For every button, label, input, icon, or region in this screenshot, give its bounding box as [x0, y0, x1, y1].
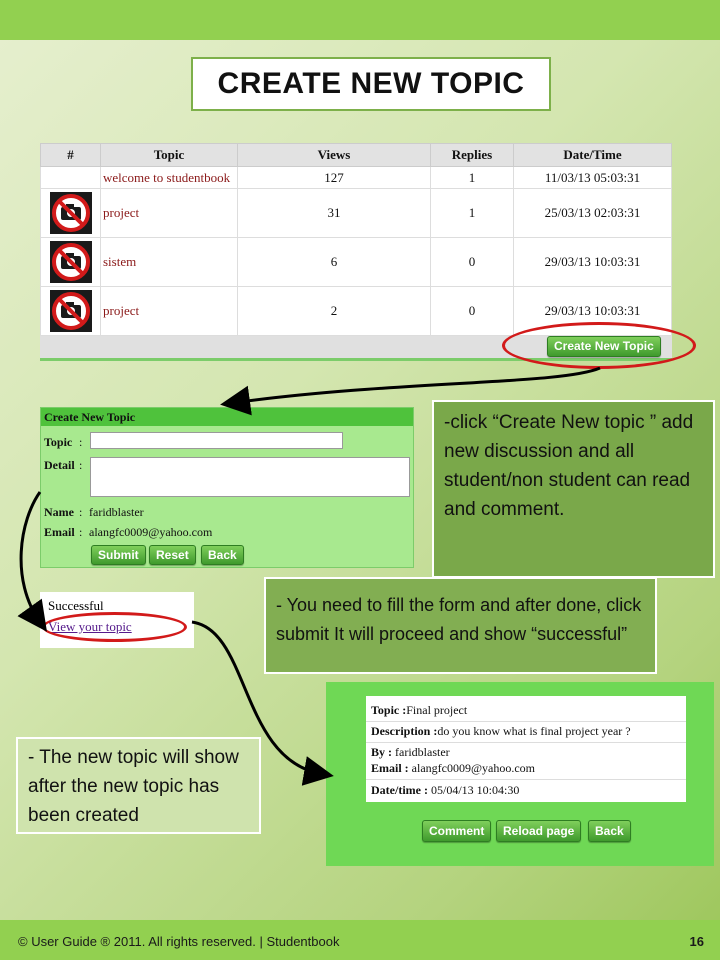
arrow-to-success: [17, 491, 47, 632]
arrow-to-form: [220, 366, 601, 416]
colon: :: [79, 505, 83, 519]
topics-table: # Topic Views Replies Date/Time welcome …: [40, 143, 672, 336]
row-icon-cell: [40, 166, 101, 189]
datetime-line: Date/time : 05/04/13 10:04:30: [371, 783, 519, 798]
comment-button[interactable]: Comment: [422, 820, 492, 842]
topic-result-panel: Topic :Final project Description :do you…: [326, 682, 714, 866]
email-label: Email: [44, 525, 75, 539]
result-datetime-value: 05/04/13 10:04:30: [427, 783, 520, 797]
no-camera-icon: [49, 290, 92, 332]
col-header-views: Views: [237, 143, 431, 167]
name-label: Name: [44, 505, 74, 519]
submit-button[interactable]: Submit: [91, 545, 146, 565]
back-button[interactable]: Back: [588, 820, 631, 842]
detail-textarea[interactable]: [90, 457, 410, 497]
result-datetime-label: Date/time :: [371, 783, 428, 797]
highlight-circle: [42, 612, 187, 642]
instruction-note-result: - The new topic will show after the new …: [16, 737, 261, 834]
top-bar: [0, 0, 720, 40]
reload-page-button[interactable]: Reload page: [496, 820, 582, 842]
views-cell: 31: [237, 188, 431, 238]
col-header-number: #: [40, 143, 101, 167]
reset-button[interactable]: Reset: [149, 545, 196, 565]
row-icon-cell: [40, 237, 101, 287]
topic-label: Topic: [44, 435, 73, 449]
replies-cell: 0: [430, 286, 514, 336]
divider: [366, 742, 686, 743]
topic-link[interactable]: project: [100, 188, 238, 238]
highlight-circle: [502, 322, 696, 369]
topic-link[interactable]: project: [100, 286, 238, 336]
replies-cell: 0: [430, 237, 514, 287]
datetime-cell: 25/03/13 02:03:31: [513, 188, 672, 238]
email-value: alangfc0009@yahoo.com: [89, 525, 213, 539]
col-header-replies: Replies: [430, 143, 514, 167]
colon: :: [79, 525, 83, 539]
result-desc-label: Description :: [371, 724, 438, 738]
page-title-box: CREATE NEW TOPIC: [191, 57, 551, 111]
name-value: faridblaster: [89, 505, 144, 519]
divider: [366, 779, 686, 780]
datetime-cell: 29/03/13 10:03:31: [513, 237, 672, 287]
result-by-label: By :: [371, 745, 392, 759]
topic-link[interactable]: welcome to studentbook: [100, 166, 238, 189]
views-cell: 2: [237, 286, 431, 336]
colon: :: [79, 458, 83, 472]
email-line: Email : alangfc0009@yahoo.com: [371, 761, 535, 776]
divider: [366, 721, 686, 722]
result-topic-value: Final project: [406, 703, 468, 717]
topic-detail-box: Topic :Final project Description :do you…: [366, 696, 686, 802]
replies-cell: 1: [430, 188, 514, 238]
detail-label: Detail: [44, 458, 75, 472]
form-header: Create New Topic: [41, 408, 413, 426]
back-button[interactable]: Back: [201, 545, 244, 565]
datetime-cell: 11/03/13 05:03:31: [513, 166, 672, 189]
topic-line: Topic :Final project: [371, 703, 467, 718]
replies-cell: 1: [430, 166, 514, 189]
col-header-datetime: Date/Time: [513, 143, 672, 167]
topic-input[interactable]: [90, 432, 343, 449]
page-number: 16: [689, 934, 704, 949]
colon: :: [79, 435, 83, 449]
no-camera-icon: [49, 192, 92, 234]
result-desc-value: do you know what is final project year ?: [437, 724, 631, 738]
col-header-topic: Topic: [100, 143, 238, 167]
row-icon-cell: [40, 286, 101, 336]
result-topic-label: Topic :: [371, 703, 407, 717]
by-line: By : faridblaster: [371, 745, 450, 760]
no-camera-icon: [49, 241, 92, 283]
row-icon-cell: [40, 188, 101, 238]
result-email-label: Email :: [371, 761, 409, 775]
table-row: welcome to studentbook 127 1 11/03/13 05…: [40, 166, 672, 189]
views-cell: 6: [237, 237, 431, 287]
instruction-note-submit: - You need to fill the form and after do…: [264, 577, 657, 674]
footer-copyright: © User Guide ® 2011. All rights reserved…: [18, 934, 340, 949]
page-title: CREATE NEW TOPIC: [217, 67, 525, 100]
table-row: sistem 6 0 29/03/13 10:03:31: [40, 237, 672, 287]
views-cell: 127: [237, 166, 431, 189]
description-line: Description :do you know what is final p…: [371, 724, 631, 739]
topic-link[interactable]: sistem: [100, 237, 238, 287]
create-topic-form: Create New Topic Topic : Detail : Name :…: [40, 407, 414, 568]
instruction-note-create: -click “Create New topic ” add new discu…: [432, 400, 715, 578]
result-email-value: alangfc0009@yahoo.com: [408, 761, 536, 775]
table-row: project 31 1 25/03/13 02:03:31: [40, 188, 672, 238]
result-by-value: faridblaster: [392, 745, 450, 759]
